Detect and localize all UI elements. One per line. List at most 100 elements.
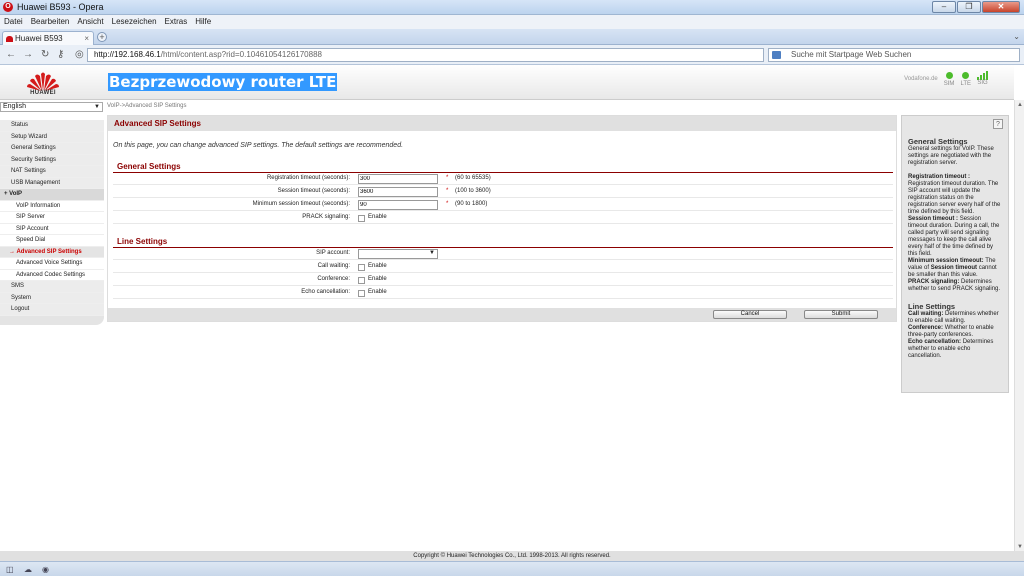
help-line-title: Line Settings xyxy=(908,302,956,311)
sidebar-item-usb-management[interactable]: USB Management xyxy=(0,177,104,189)
registration-timeout-input[interactable] xyxy=(358,174,438,184)
help-sess-text: Session timeout duration. During a call,… xyxy=(908,216,1000,257)
panel-toggle-icon[interactable]: ◫ xyxy=(6,565,14,574)
scroll-down-icon[interactable]: ▼ xyxy=(1017,544,1023,550)
echo-cancellation-checkbox[interactable] xyxy=(358,290,365,297)
sidebar-item-logout[interactable]: Logout xyxy=(0,304,104,316)
echo-cancellation-enable-label: Enable xyxy=(368,289,387,295)
menu-ansicht[interactable]: Ansicht xyxy=(77,15,103,29)
echo-cancellation-row: Echo cancellation: Enable xyxy=(113,288,893,299)
sidebar-item-sms[interactable]: SMS xyxy=(0,281,104,293)
language-select[interactable]: English ▼ xyxy=(0,102,103,112)
page-title: Advanced SIP Settings xyxy=(108,116,896,131)
reload-icon[interactable]: ↻ xyxy=(41,49,49,60)
sidebar-item-setup-wizard[interactable]: Setup Wizard xyxy=(0,131,104,143)
help-sess-title: Session timeout : xyxy=(908,216,959,222)
conference-label: Conference: xyxy=(317,276,350,282)
lte-dot-icon xyxy=(962,72,970,79)
sidebar-item-voip[interactable]: + VoIP xyxy=(0,189,104,201)
menu-extras[interactable]: Extras xyxy=(165,15,188,29)
menu-hilfe[interactable]: Hilfe xyxy=(195,15,211,29)
required-mark: * xyxy=(446,175,449,181)
url-path: /html/content.asp?rid=0.1046105412617088… xyxy=(160,50,322,59)
forward-arrow-icon[interactable]: → xyxy=(23,49,33,60)
sidebar-item-advanced-codec-settings[interactable]: Advanced Codec Settings xyxy=(0,269,104,281)
menu-lesezeichen[interactable]: Lesezeichen xyxy=(112,15,157,29)
call-waiting-row: Call waiting: Enable xyxy=(113,262,893,273)
huawei-logo-text: HUAWEI xyxy=(30,90,56,96)
turbo-icon[interactable]: ◉ xyxy=(42,565,49,574)
prack-row: PRACK signaling: Enable xyxy=(113,213,893,224)
close-button[interactable]: ✕ xyxy=(982,1,1020,13)
maximize-button[interactable]: ❐ xyxy=(957,1,981,13)
sidebar-item-status[interactable]: Status xyxy=(0,120,104,132)
call-waiting-checkbox[interactable] xyxy=(358,264,365,271)
back-arrow-icon[interactable]: ← xyxy=(6,49,16,60)
help-echo: Echo cancellation: Determines whether to… xyxy=(908,339,1002,360)
tab-huawei[interactable]: Huawei B593 × xyxy=(2,31,94,45)
submit-button[interactable]: Submit xyxy=(804,310,878,319)
required-mark: * xyxy=(446,201,449,207)
menu-bearbeiten[interactable]: Bearbeiten xyxy=(31,15,70,29)
help-cw: Call waiting: Determines whether to enab… xyxy=(908,311,1002,325)
sidebar-item-sip-server[interactable]: SIP Server xyxy=(0,212,104,224)
new-tab-icon[interactable]: + xyxy=(97,32,107,42)
menu-datei[interactable]: Datei xyxy=(4,15,23,29)
session-timeout-label: Session timeout (seconds): xyxy=(277,188,350,194)
sidebar-item-system[interactable]: System xyxy=(0,292,104,304)
session-timeout-row: Session timeout (seconds): * (100 to 360… xyxy=(113,187,893,198)
key-icon[interactable]: ⚷ xyxy=(57,49,64,60)
help-question-icon[interactable]: ? xyxy=(993,119,1003,129)
conference-enable-label: Enable xyxy=(368,276,387,282)
sidebar-item-sip-account[interactable]: SIP Account xyxy=(0,223,104,235)
site-info-icon[interactable]: ◎ xyxy=(75,49,84,60)
scroll-up-icon[interactable]: ▲ xyxy=(1017,102,1023,108)
search-input[interactable]: Suche mit Startpage Web Suchen xyxy=(768,48,1020,62)
session-timeout-hint: (100 to 3600) xyxy=(455,188,491,194)
window-controls: – ❐ ✕ xyxy=(932,1,1020,13)
session-timeout-input[interactable] xyxy=(358,187,438,197)
chevron-down-icon: ▼ xyxy=(94,104,100,110)
sidebar-item-voip-information[interactable]: VoIP Information xyxy=(0,200,104,212)
help-cw-title: Call waiting: xyxy=(908,311,944,317)
help-conf: Conference: Whether to enable three-part… xyxy=(908,325,1002,339)
minimize-button[interactable]: – xyxy=(932,1,956,13)
sidebar-item-speed-dial[interactable]: Speed Dial xyxy=(0,235,104,247)
conference-checkbox[interactable] xyxy=(358,277,365,284)
menu-bar: Datei Bearbeiten Ansicht Lesezeichen Ext… xyxy=(0,15,1024,29)
line-settings-heading: Line Settings xyxy=(113,237,893,248)
page-scrollbar[interactable]: ▲ ▼ xyxy=(1014,100,1024,552)
sip-account-select[interactable]: ▼ xyxy=(358,249,438,259)
help-min-text-b: Session timeout xyxy=(930,265,978,271)
url-host: http://192.168.46.1 xyxy=(94,50,161,59)
search-engine-icon xyxy=(772,51,781,59)
registration-timeout-label: Registration timeout (seconds): xyxy=(266,175,350,181)
tab-close-icon[interactable]: × xyxy=(84,32,89,45)
prack-label: PRACK signaling: xyxy=(302,214,350,220)
tab-list-chevron-icon[interactable]: ⌄ xyxy=(1013,32,1020,41)
registration-timeout-row: Registration timeout (seconds): * (60 to… xyxy=(113,174,893,185)
sidebar-item-nat-settings[interactable]: NAT Settings xyxy=(0,166,104,178)
cloud-icon[interactable]: ☁ xyxy=(24,565,32,574)
search-placeholder: Suche mit Startpage Web Suchen xyxy=(791,50,912,59)
router-header: HUAWEI Bezprzewodowy router LTE Vodafone… xyxy=(0,65,1014,100)
sidebar-item-security-settings[interactable]: Security Settings xyxy=(0,154,104,166)
product-name: Bezprzewodowy router LTE xyxy=(108,73,338,91)
sidebar-item-general-settings[interactable]: General Settings xyxy=(0,143,104,155)
sip-account-row: SIP account: ▼ xyxy=(113,249,893,260)
sidebar-item-advanced-sip-settings[interactable]: → Advanced SIP Settings xyxy=(0,247,104,258)
general-settings-heading: General Settings xyxy=(113,162,893,173)
sidebar-item-advanced-voice-settings[interactable]: Advanced Voice Settings xyxy=(0,258,104,270)
page-footer: Copyright © Huawei Technologies Co., Ltd… xyxy=(0,551,1024,561)
button-bar: Cancel Submit xyxy=(108,308,896,321)
cancel-button[interactable]: Cancel xyxy=(713,310,787,319)
signal-status: SIG xyxy=(977,71,988,86)
min-session-timeout-input[interactable] xyxy=(358,200,438,210)
help-echo-title: Echo cancellation: xyxy=(908,339,962,345)
prack-checkbox[interactable] xyxy=(358,215,365,222)
lte-status: LTE xyxy=(960,72,971,87)
url-input[interactable]: http://192.168.46.1/html/content.asp?rid… xyxy=(87,48,843,62)
address-bar: ← → ↻ ⚷ ◎ http://192.168.46.1/html/conte… xyxy=(0,45,1024,65)
huawei-favicon-icon xyxy=(6,36,13,42)
window-title: Huawei B593 - Opera xyxy=(17,2,104,12)
